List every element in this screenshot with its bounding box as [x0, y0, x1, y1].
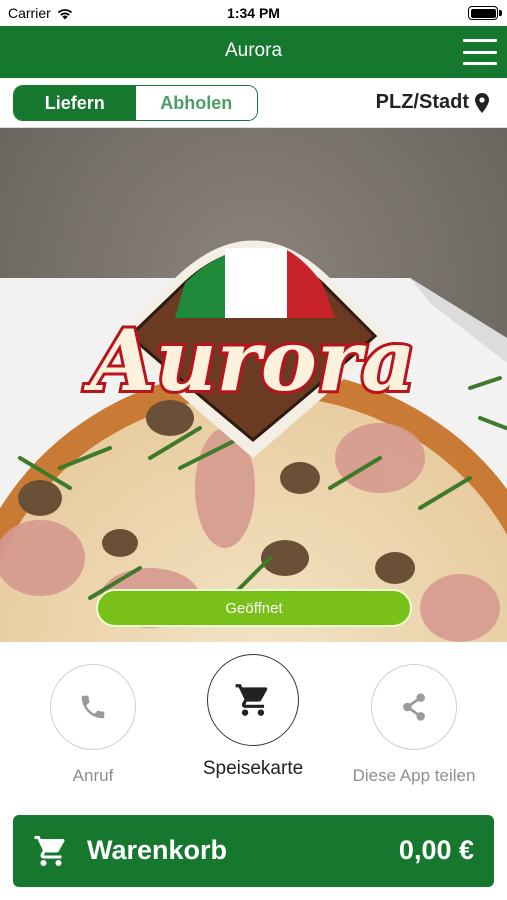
deliver-tab[interactable]: Liefern: [14, 86, 136, 120]
phone-icon: [81, 695, 105, 719]
location-label: PLZ/Stadt: [375, 91, 469, 113]
quick-actions: Anruf Speisekarte Diese App teilen: [0, 642, 507, 802]
cart-label: Warenkorb: [87, 835, 228, 865]
page-title: Aurora: [224, 40, 283, 61]
menu-label: Speisekarte: [202, 758, 304, 779]
pickup-tab[interactable]: Abholen: [135, 86, 257, 120]
share-icon: [403, 693, 425, 721]
cart-total: 0,00 €: [398, 835, 474, 865]
call-action[interactable]: Anruf: [8, 664, 178, 786]
call-label: Anruf: [72, 766, 114, 785]
menu-action[interactable]: Speisekarte: [168, 654, 338, 780]
battery-icon: [468, 6, 502, 20]
menu-button[interactable]: [207, 654, 299, 746]
share-label: Diese App teilen: [352, 766, 476, 785]
cart-button[interactable]: Warenkorb 0,00 €: [13, 815, 494, 887]
open-status-badge: Geöffnet: [96, 589, 412, 627]
clock: 1:34 PM: [227, 5, 280, 21]
map-pin-icon: [475, 92, 489, 113]
call-button[interactable]: [50, 664, 136, 750]
order-mode-toggle: Liefern Abholen: [13, 85, 258, 121]
share-button[interactable]: [371, 664, 457, 750]
pizza-image: Aurora: [0, 128, 507, 642]
cart-icon: [34, 836, 65, 866]
cart-icon: [235, 684, 268, 716]
share-action[interactable]: Diese App teilen: [329, 664, 499, 786]
header-bar: Aurora: [0, 26, 507, 78]
location-selector[interactable]: PLZ/Stadt: [376, 91, 489, 114]
hero-image: Aurora Geöffnet: [0, 128, 507, 642]
status-bar: Carrier 1:34 PM: [0, 0, 507, 26]
menu-icon[interactable]: [463, 39, 497, 65]
logo-text: Aurora: [83, 311, 415, 410]
order-mode-bar: Liefern Abholen PLZ/Stadt: [0, 78, 507, 128]
